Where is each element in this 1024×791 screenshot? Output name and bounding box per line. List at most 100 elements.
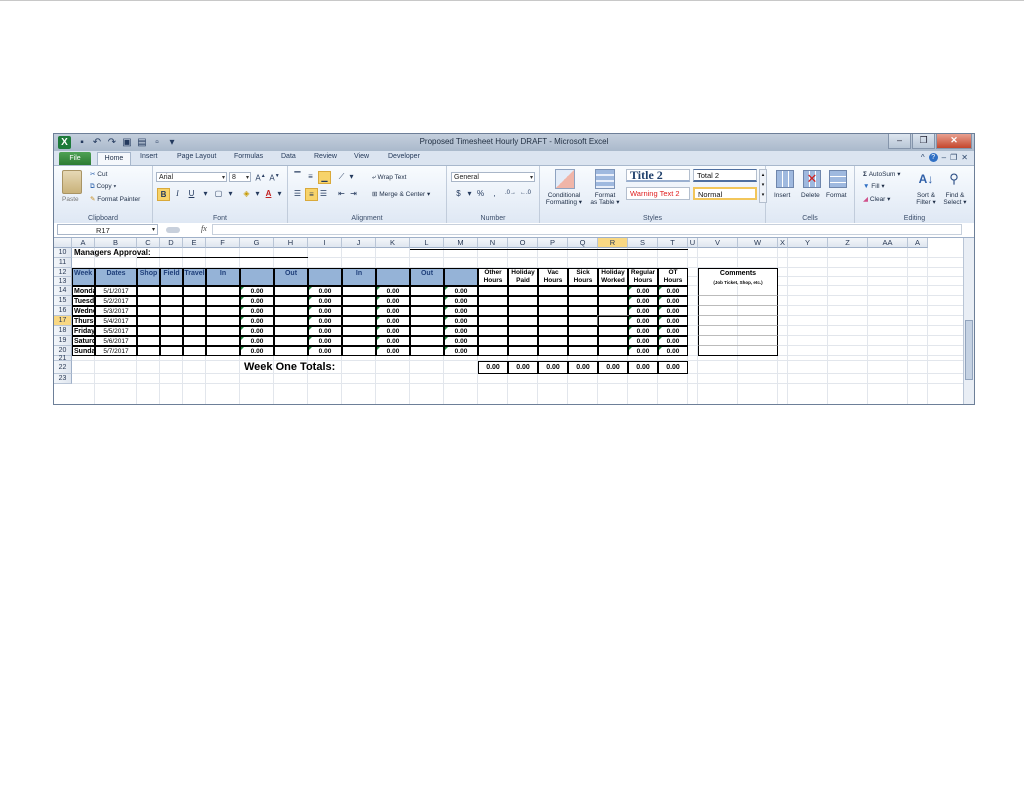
hours-total-cell[interactable]: 0.00 — [376, 326, 410, 336]
week-total-cell[interactable]: 0.00 — [568, 361, 598, 374]
time-entry-cell[interactable] — [206, 306, 240, 316]
date-cell[interactable]: 5/4/2017 — [95, 316, 137, 326]
format-cells-icon[interactable] — [829, 170, 847, 188]
hours-total-cell[interactable]: 0.00 — [240, 286, 274, 296]
borders-dropdown-icon[interactable]: ▾ — [225, 188, 236, 199]
clear-button[interactable]: ◢ Clear ▾ — [863, 196, 890, 203]
time-entry-cell[interactable] — [568, 306, 598, 316]
time-entry-cell[interactable] — [342, 296, 376, 306]
hours-total-cell[interactable]: 0.00 — [240, 326, 274, 336]
time-entry-cell[interactable] — [410, 286, 444, 296]
time-entry-cell[interactable] — [598, 306, 628, 316]
decrease-decimal-icon[interactable]: ←.0 — [520, 188, 531, 199]
time-entry-cell[interactable] — [137, 336, 160, 346]
row-header-12[interactable]: 12 — [54, 268, 72, 277]
hours-total-cell[interactable]: 0.00 — [658, 326, 688, 336]
row-header-13[interactable]: 13 — [54, 277, 72, 286]
time-entry-cell[interactable] — [410, 316, 444, 326]
time-entry-cell[interactable] — [137, 346, 160, 356]
header-week-one[interactable]: Week One — [72, 268, 95, 286]
style-warning-text-2[interactable]: Warning Text 2 — [626, 187, 690, 200]
column-header-b[interactable]: B — [95, 238, 137, 248]
header-in-2[interactable]: In — [342, 268, 376, 286]
hours-total-cell[interactable]: 0.00 — [444, 326, 478, 336]
hours-total-cell[interactable]: 0.00 — [628, 346, 658, 356]
copy-button[interactable]: ⧉ Copy ▾ — [90, 183, 116, 190]
hours-total-cell[interactable]: 0.00 — [376, 306, 410, 316]
hours-total-cell[interactable]: 0.00 — [444, 336, 478, 346]
column-header-w[interactable]: W — [738, 238, 778, 248]
time-entry-cell[interactable] — [274, 286, 308, 296]
column-header-i[interactable]: I — [308, 238, 342, 248]
column-header-q[interactable]: Q — [568, 238, 598, 248]
header-regular-hours[interactable]: Regular Hours — [628, 268, 658, 286]
hours-total-cell[interactable]: 0.00 — [628, 306, 658, 316]
time-entry-cell[interactable] — [274, 296, 308, 306]
font-size-select[interactable]: 8 — [229, 172, 251, 183]
column-header-s[interactable]: S — [628, 238, 658, 248]
restore-button[interactable]: ❐ — [912, 134, 935, 149]
align-center-icon[interactable]: ≡ — [305, 188, 318, 201]
tab-view[interactable]: View — [354, 153, 369, 160]
hours-total-cell[interactable]: 0.00 — [308, 326, 342, 336]
time-entry-cell[interactable] — [568, 336, 598, 346]
align-right-icon[interactable]: ☰ — [318, 188, 329, 199]
tab-review[interactable]: Review — [314, 153, 337, 160]
time-entry-cell[interactable] — [274, 306, 308, 316]
shrink-font-icon[interactable]: A▼ — [269, 171, 280, 183]
format-cells-button[interactable]: Format — [826, 192, 847, 199]
minimize-button[interactable]: – — [888, 134, 911, 149]
date-cell[interactable]: 5/6/2017 — [95, 336, 137, 346]
time-entry-cell[interactable] — [568, 286, 598, 296]
time-entry-cell[interactable] — [160, 286, 183, 296]
paste-label[interactable]: Paste — [62, 196, 79, 203]
time-entry-cell[interactable] — [206, 296, 240, 306]
time-entry-cell[interactable] — [183, 316, 206, 326]
tab-data[interactable]: Data — [281, 153, 296, 160]
row-header-10[interactable]: 10 — [54, 248, 72, 258]
insert-cells-icon[interactable] — [776, 170, 794, 188]
time-entry-cell[interactable] — [478, 296, 508, 306]
time-entry-cell[interactable] — [538, 306, 568, 316]
comments-cell[interactable] — [698, 296, 778, 306]
time-entry-cell[interactable] — [274, 346, 308, 356]
hours-total-cell[interactable]: 0.00 — [240, 306, 274, 316]
day-name-cell[interactable]: Sunday — [72, 346, 95, 356]
formula-input[interactable] — [212, 224, 962, 235]
date-cell[interactable]: 5/3/2017 — [95, 306, 137, 316]
column-header-e[interactable]: E — [183, 238, 206, 248]
time-entry-cell[interactable] — [508, 296, 538, 306]
decrease-indent-icon[interactable]: ⇤ — [336, 188, 347, 199]
column-header-h[interactable]: H — [274, 238, 308, 248]
time-entry-cell[interactable] — [342, 336, 376, 346]
header-travel[interactable]: Travel — [183, 268, 206, 286]
header-sick-hours[interactable]: Sick Hours — [568, 268, 598, 286]
time-entry-cell[interactable] — [598, 326, 628, 336]
hours-total-cell[interactable]: 0.00 — [658, 346, 688, 356]
header-ot-hours[interactable]: OT Hours — [658, 268, 688, 286]
format-as-table-button[interactable]: Format as Table ▾ — [587, 192, 623, 206]
column-header-j[interactable]: J — [342, 238, 376, 248]
header-out-1[interactable]: Out — [274, 268, 308, 286]
header-comments[interactable]: Comments (Job Ticket, Shop, etc.) — [698, 268, 778, 286]
time-entry-cell[interactable] — [160, 306, 183, 316]
week-total-cell[interactable]: 0.00 — [598, 361, 628, 374]
time-entry-cell[interactable] — [160, 326, 183, 336]
day-name-cell[interactable]: Wednesday — [72, 306, 95, 316]
percent-button[interactable]: % — [475, 188, 486, 199]
orientation-dropdown-icon[interactable]: ▾ — [346, 171, 357, 182]
name-box[interactable]: R17 — [57, 224, 158, 236]
hours-total-cell[interactable]: 0.00 — [628, 326, 658, 336]
comments-cell[interactable] — [698, 286, 778, 296]
hours-total-cell[interactable]: 0.00 — [308, 346, 342, 356]
time-entry-cell[interactable] — [206, 326, 240, 336]
week-total-cell[interactable]: 0.00 — [538, 361, 568, 374]
time-entry-cell[interactable] — [538, 346, 568, 356]
time-entry-cell[interactable] — [342, 346, 376, 356]
scrollbar-thumb[interactable] — [965, 320, 973, 380]
time-entry-cell[interactable] — [206, 346, 240, 356]
column-header-d[interactable]: D — [160, 238, 183, 248]
row-header-23[interactable]: 23 — [54, 374, 72, 384]
time-entry-cell[interactable] — [342, 326, 376, 336]
row-header-18[interactable]: 18 — [54, 326, 72, 336]
